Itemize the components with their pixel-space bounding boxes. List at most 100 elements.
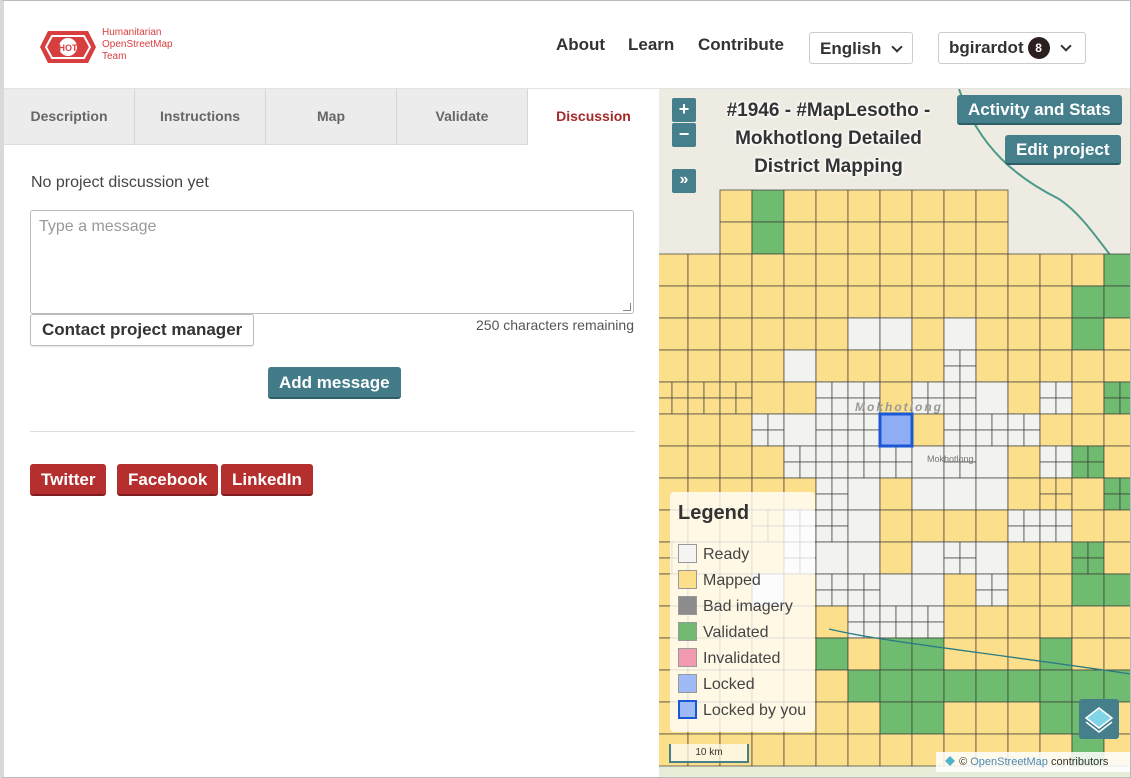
task-cell[interactable] bbox=[719, 397, 737, 415]
task-cell[interactable] bbox=[1119, 493, 1131, 511]
task-cell[interactable] bbox=[863, 445, 881, 463]
task-cell[interactable] bbox=[879, 541, 913, 575]
task-cell[interactable] bbox=[1039, 397, 1057, 415]
task-cell[interactable] bbox=[911, 285, 945, 319]
task-cell[interactable] bbox=[1039, 477, 1057, 495]
task-cell[interactable] bbox=[911, 381, 929, 399]
task-cell[interactable] bbox=[815, 461, 833, 479]
task-cell[interactable] bbox=[719, 285, 753, 319]
task-cell[interactable] bbox=[1071, 541, 1089, 559]
task-cell[interactable] bbox=[1103, 637, 1131, 671]
task-cell[interactable] bbox=[831, 525, 849, 543]
nav-about[interactable]: About bbox=[556, 35, 605, 55]
task-cell[interactable] bbox=[1039, 669, 1073, 703]
task-cell[interactable] bbox=[943, 413, 961, 431]
task-cell[interactable] bbox=[1071, 605, 1105, 639]
task-cell[interactable] bbox=[831, 429, 849, 447]
task-cell[interactable] bbox=[1007, 381, 1041, 415]
zoom-in-button[interactable]: + bbox=[672, 98, 696, 122]
task-cell[interactable] bbox=[879, 349, 913, 383]
task-cell[interactable] bbox=[1039, 285, 1073, 319]
task-cell[interactable] bbox=[943, 253, 977, 287]
task-cell[interactable] bbox=[831, 477, 849, 495]
task-cell[interactable] bbox=[1119, 381, 1131, 399]
task-cell[interactable] bbox=[943, 381, 961, 399]
task-cell[interactable] bbox=[911, 477, 945, 511]
task-cell[interactable] bbox=[1103, 509, 1131, 543]
task-cell[interactable] bbox=[1055, 381, 1073, 399]
task-cell[interactable] bbox=[847, 221, 881, 255]
task-cell[interactable] bbox=[1023, 413, 1041, 431]
task-cell[interactable] bbox=[911, 541, 945, 575]
task-cell[interactable] bbox=[831, 381, 849, 399]
task-cell[interactable] bbox=[1103, 413, 1131, 447]
task-cell[interactable] bbox=[1039, 413, 1073, 447]
task-cell[interactable] bbox=[1039, 349, 1073, 383]
task-cell[interactable] bbox=[815, 477, 833, 495]
task-cell[interactable] bbox=[975, 589, 993, 607]
task-cell[interactable] bbox=[1071, 477, 1105, 511]
task-cell[interactable] bbox=[1039, 253, 1073, 287]
task-cell[interactable] bbox=[735, 397, 753, 415]
task-cell[interactable] bbox=[687, 413, 721, 447]
task-cell[interactable] bbox=[703, 381, 721, 399]
task-cell[interactable] bbox=[959, 461, 977, 479]
task-cell[interactable] bbox=[1023, 509, 1041, 527]
task-cell[interactable] bbox=[767, 429, 785, 447]
task-cell[interactable] bbox=[687, 445, 721, 479]
task-cell[interactable] bbox=[895, 461, 913, 479]
task-cell[interactable] bbox=[815, 669, 849, 703]
task-cell[interactable] bbox=[879, 461, 897, 479]
task-cell[interactable] bbox=[1007, 349, 1041, 383]
task-cell[interactable] bbox=[815, 253, 849, 287]
task-map[interactable]: Mokhotlong Mokhotlong + − » #1946 - #Map… bbox=[659, 89, 1131, 777]
task-cell[interactable] bbox=[751, 381, 785, 415]
task-cell[interactable] bbox=[911, 253, 945, 287]
task-cell[interactable] bbox=[975, 381, 1009, 415]
task-cell[interactable] bbox=[751, 221, 785, 255]
task-cell[interactable] bbox=[1007, 701, 1041, 735]
task-cell[interactable] bbox=[1055, 461, 1073, 479]
task-cell[interactable] bbox=[831, 461, 849, 479]
task-cell[interactable] bbox=[847, 637, 881, 671]
task-cell[interactable] bbox=[831, 445, 849, 463]
task-cell[interactable] bbox=[719, 317, 753, 351]
task-cell[interactable] bbox=[959, 381, 977, 399]
task-cell[interactable] bbox=[1007, 253, 1041, 287]
task-cell[interactable] bbox=[735, 381, 753, 399]
task-cell[interactable] bbox=[783, 461, 801, 479]
task-cell[interactable] bbox=[831, 397, 849, 415]
task-cell[interactable] bbox=[847, 669, 881, 703]
task-cell[interactable] bbox=[815, 397, 833, 415]
task-cell[interactable] bbox=[879, 477, 913, 511]
task-cell[interactable] bbox=[879, 669, 913, 703]
task-cell[interactable] bbox=[1007, 429, 1025, 447]
task-cell[interactable] bbox=[975, 573, 993, 591]
message-input[interactable]: Type a message bbox=[30, 210, 634, 314]
task-cell[interactable] bbox=[1103, 397, 1121, 415]
task-cell[interactable] bbox=[847, 477, 881, 511]
task-cell[interactable] bbox=[751, 189, 785, 223]
task-cell[interactable] bbox=[911, 669, 945, 703]
task-cell[interactable] bbox=[783, 221, 817, 255]
task-cell[interactable] bbox=[847, 589, 865, 607]
task-cell[interactable] bbox=[1071, 381, 1105, 415]
task-cell[interactable] bbox=[847, 413, 865, 431]
expand-icon[interactable]: » bbox=[672, 169, 696, 193]
task-cell[interactable] bbox=[687, 285, 721, 319]
task-cell[interactable] bbox=[1055, 477, 1073, 495]
task-cell[interactable] bbox=[975, 189, 1009, 223]
task-cell[interactable] bbox=[943, 461, 961, 479]
task-cell[interactable] bbox=[927, 605, 945, 623]
add-message-button[interactable]: Add message bbox=[268, 367, 401, 399]
task-cell[interactable] bbox=[1055, 445, 1073, 463]
task-cell[interactable] bbox=[975, 445, 1009, 479]
task-cell[interactable] bbox=[911, 413, 945, 447]
task-cell[interactable] bbox=[815, 429, 833, 447]
task-cell[interactable] bbox=[719, 381, 737, 399]
task-cell[interactable] bbox=[1071, 557, 1089, 575]
task-cell[interactable] bbox=[975, 541, 1009, 575]
task-cell[interactable] bbox=[831, 589, 849, 607]
task-cell[interactable] bbox=[815, 733, 849, 767]
task-cell[interactable] bbox=[959, 429, 977, 447]
